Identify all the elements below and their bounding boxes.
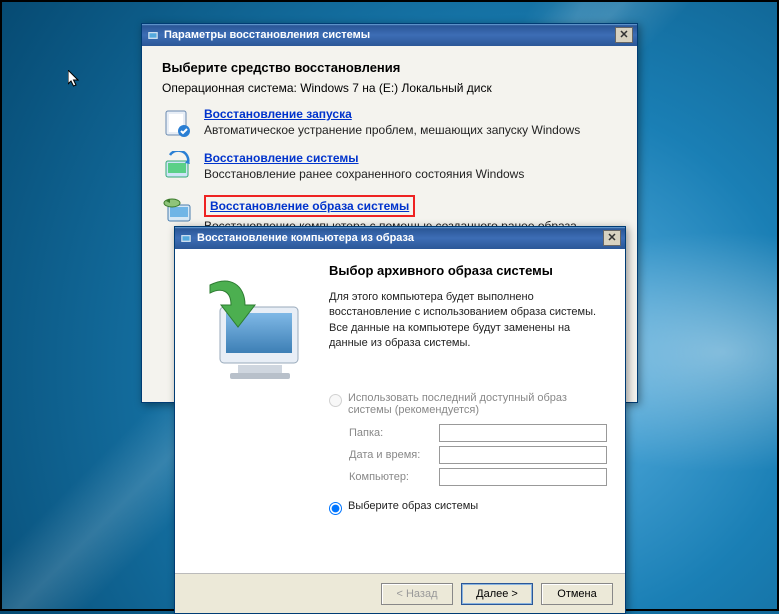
os-info: Операционная система: Windows 7 на (E:) … [162,81,617,95]
startup-repair-desc: Автоматическое устранение проблем, мешаю… [204,123,580,137]
window-title: Восстановление компьютера из образа [197,232,414,244]
radio-select-label: Выберите образ системы [348,500,478,512]
radio-latest-label: Использовать последний доступный образ с… [348,392,607,416]
radio-latest-input[interactable] [329,394,342,407]
cancel-button[interactable]: Отмена [541,583,613,605]
computer-value [439,468,607,486]
recovery-item: Восстановление системы Восстановление ра… [162,151,617,183]
wizard-heading: Выбор архивного образа системы [329,263,607,278]
startup-repair-link[interactable]: Восстановление запуска [204,107,352,121]
back-button[interactable]: < Назад [381,583,453,605]
reimage-wizard-window: Восстановление компьютера из образа ✕ Вы… [174,226,626,614]
next-button[interactable]: Далее > [461,583,533,605]
app-icon [179,231,193,245]
app-icon [146,28,160,42]
page-heading: Выберите средство восстановления [162,60,617,75]
radio-latest-image[interactable]: Использовать последний доступный образ с… [329,392,607,416]
titlebar[interactable]: Параметры восстановления системы ✕ [142,24,637,46]
radio-select-input[interactable] [329,502,342,515]
close-button[interactable]: ✕ [615,27,633,43]
startup-repair-icon [162,107,194,139]
window-title: Параметры восстановления системы [164,29,370,41]
highlighted-option: Восстановление образа системы [204,195,415,217]
folder-label: Папка: [349,427,439,439]
wizard-graphic-icon [190,265,310,395]
radio-select-image[interactable]: Выберите образ системы [329,500,607,515]
close-button[interactable]: ✕ [603,230,621,246]
recovery-item: Восстановление запуска Автоматическое ус… [162,107,617,139]
system-restore-link[interactable]: Восстановление системы [204,151,359,165]
titlebar[interactable]: Восстановление компьютера из образа ✕ [175,227,625,249]
folder-value [439,424,607,442]
system-image-icon [162,195,194,227]
datetime-label: Дата и время: [349,449,439,461]
wizard-description: Для этого компьютера будет выполнено вос… [329,290,607,352]
system-restore-icon [162,151,194,183]
computer-label: Компьютер: [349,471,439,483]
system-restore-desc: Восстановление ранее сохраненного состоя… [204,167,524,181]
datetime-value [439,446,607,464]
system-image-link[interactable]: Восстановление образа системы [210,199,409,213]
mouse-cursor [68,70,80,88]
wizard-footer: < Назад Далее > Отмена [175,573,625,613]
